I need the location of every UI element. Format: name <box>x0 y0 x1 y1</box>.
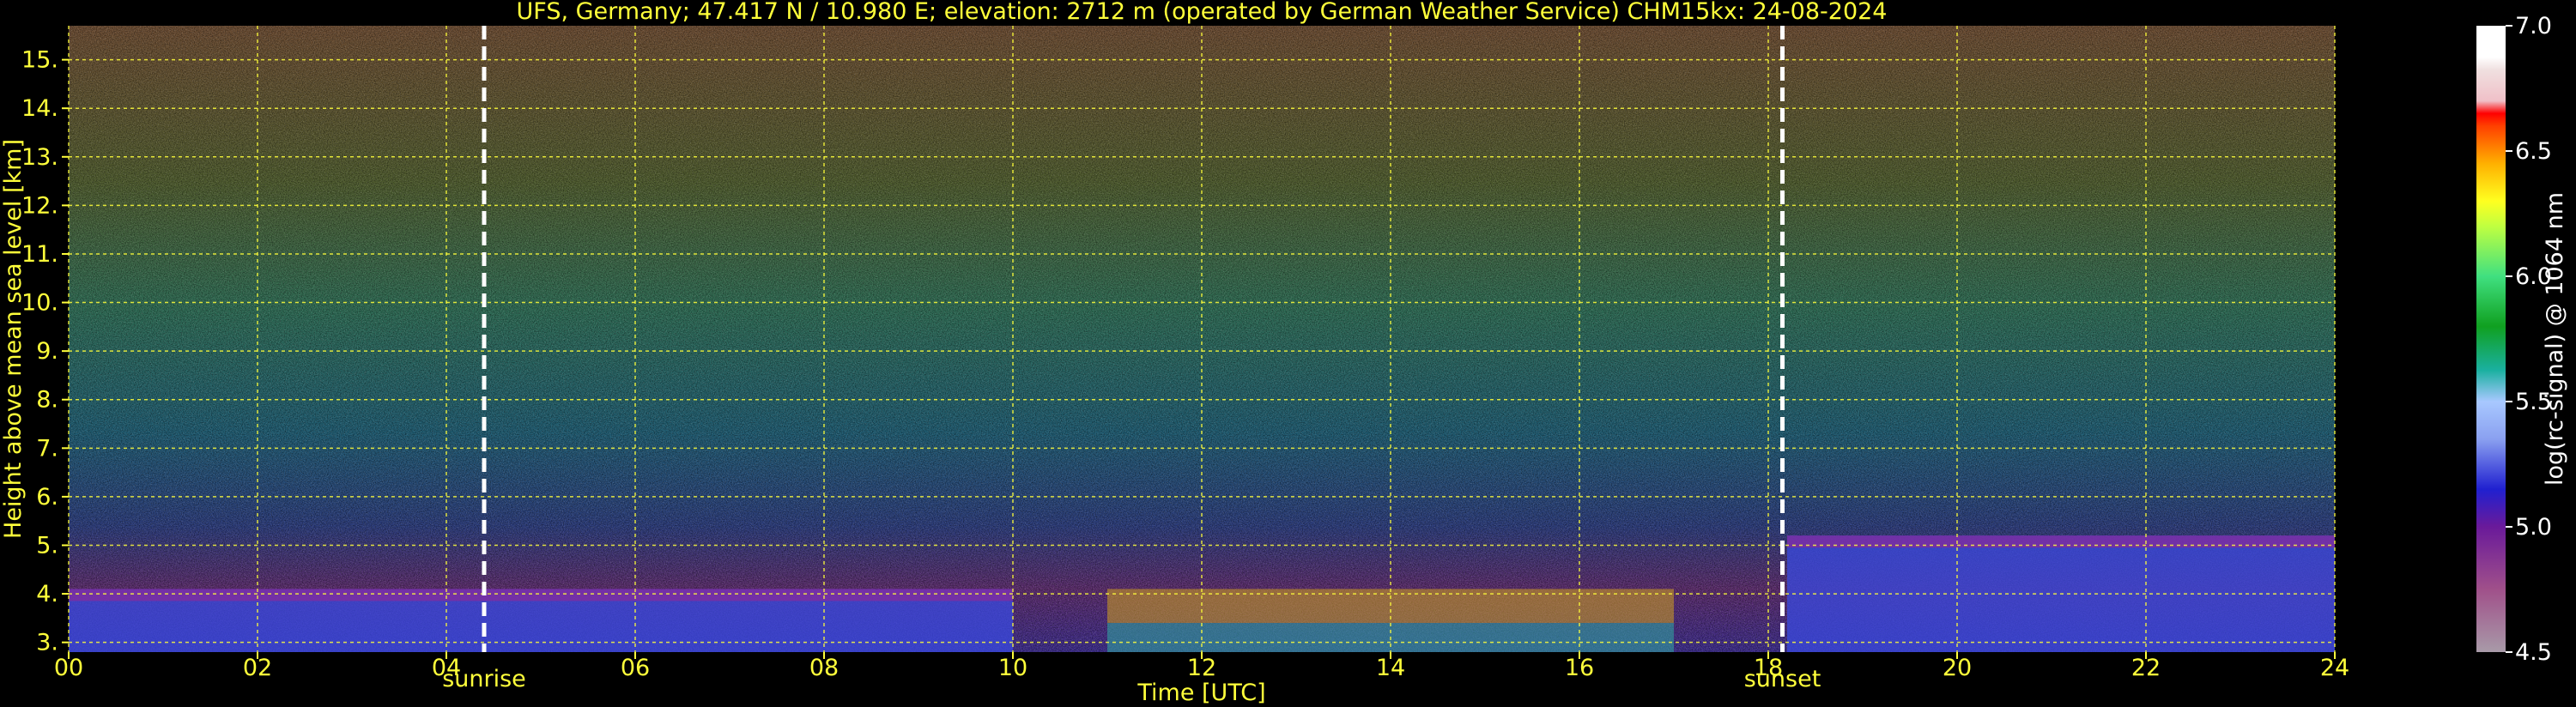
x-tick-label: 18 <box>1754 655 1783 681</box>
x-tick-label: 06 <box>621 655 650 681</box>
colorbar-gradient <box>2476 26 2506 652</box>
y-tick-label: 8. <box>36 387 58 414</box>
y-tick-label: 7. <box>36 435 58 462</box>
y-tick-label: 6. <box>36 484 58 511</box>
ceilometer-chart: UFS, Germany; 47.417 N / 10.980 E; eleva… <box>0 0 2568 706</box>
y-tick-label: 4. <box>36 581 58 607</box>
x-tick-label: 08 <box>809 655 839 681</box>
x-axis-label: Time [UTC] <box>1136 680 1265 706</box>
y-tick-label: 9. <box>36 338 58 365</box>
y-tick-label: 14. <box>21 95 58 122</box>
colorbar-tick-label: 7.0 <box>2515 13 2552 39</box>
x-tick-label: 02 <box>243 655 272 681</box>
y-tick-label: 10. <box>21 290 58 317</box>
x-tick-label: 16 <box>1565 655 1594 681</box>
y-tick-label: 5. <box>36 533 58 559</box>
x-tick-label: 24 <box>2320 655 2349 681</box>
chart-title: UFS, Germany; 47.417 N / 10.980 E; eleva… <box>517 0 1888 25</box>
x-tick-label: 22 <box>2131 655 2161 681</box>
x-tick-label: 14 <box>1376 655 1405 681</box>
y-axis-label: Height above mean sea level [km] <box>0 139 27 539</box>
y-tick-label: 11. <box>21 241 58 268</box>
x-tick-label: 04 <box>432 655 461 681</box>
y-tick-label: 12. <box>21 192 58 219</box>
x-tick-label: 20 <box>1943 655 1972 681</box>
y-tick-label: 15. <box>21 47 58 74</box>
y-tick-label: 13. <box>21 144 58 171</box>
y-tick-label: 3. <box>36 630 58 656</box>
colorbar: 7.06.56.05.55.04.5 log(rc-signal) @ 1064… <box>2476 13 2568 666</box>
x-tick-label: 00 <box>54 655 83 681</box>
colorbar-tick-label: 4.5 <box>2515 639 2552 666</box>
colorbar-label: log(rc-signal) @ 1064 nm <box>2542 192 2568 486</box>
colorbar-tick-label: 5.0 <box>2515 514 2552 541</box>
x-tick-label: 10 <box>998 655 1027 681</box>
aerosol-layer-top <box>69 589 1013 601</box>
colorbar-tick-label: 6.5 <box>2515 138 2552 165</box>
plot-area <box>69 26 2335 652</box>
x-tick-label: 12 <box>1187 655 1216 681</box>
